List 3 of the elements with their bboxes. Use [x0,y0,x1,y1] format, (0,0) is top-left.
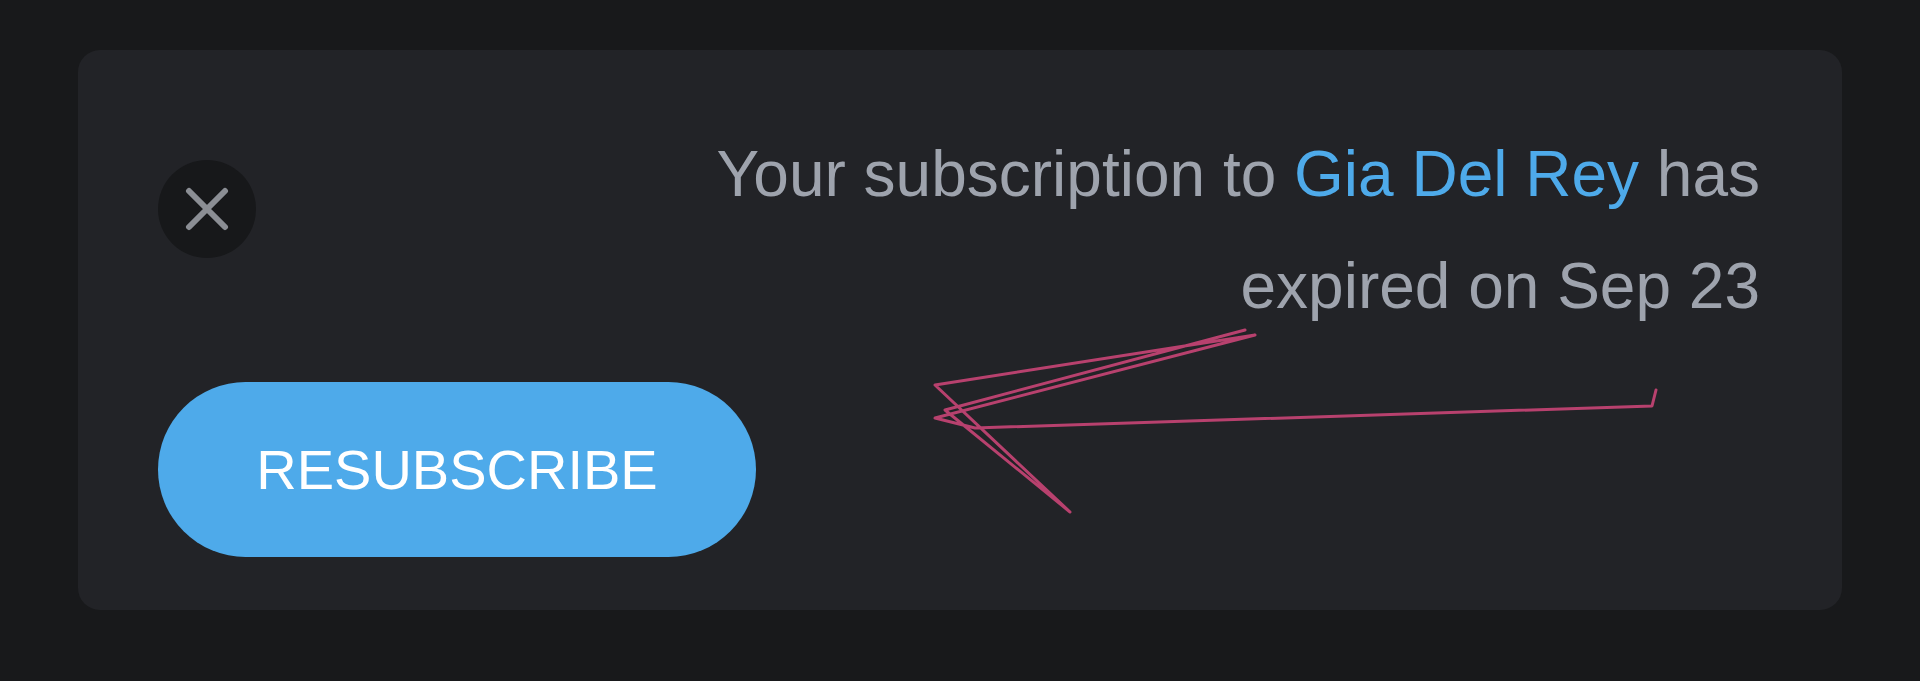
close-icon [185,187,229,231]
creator-link[interactable]: Gia Del Rey [1294,138,1640,210]
subscription-message: Your subscription to Gia Del Rey has expired on Sep 23 [715,137,1760,324]
